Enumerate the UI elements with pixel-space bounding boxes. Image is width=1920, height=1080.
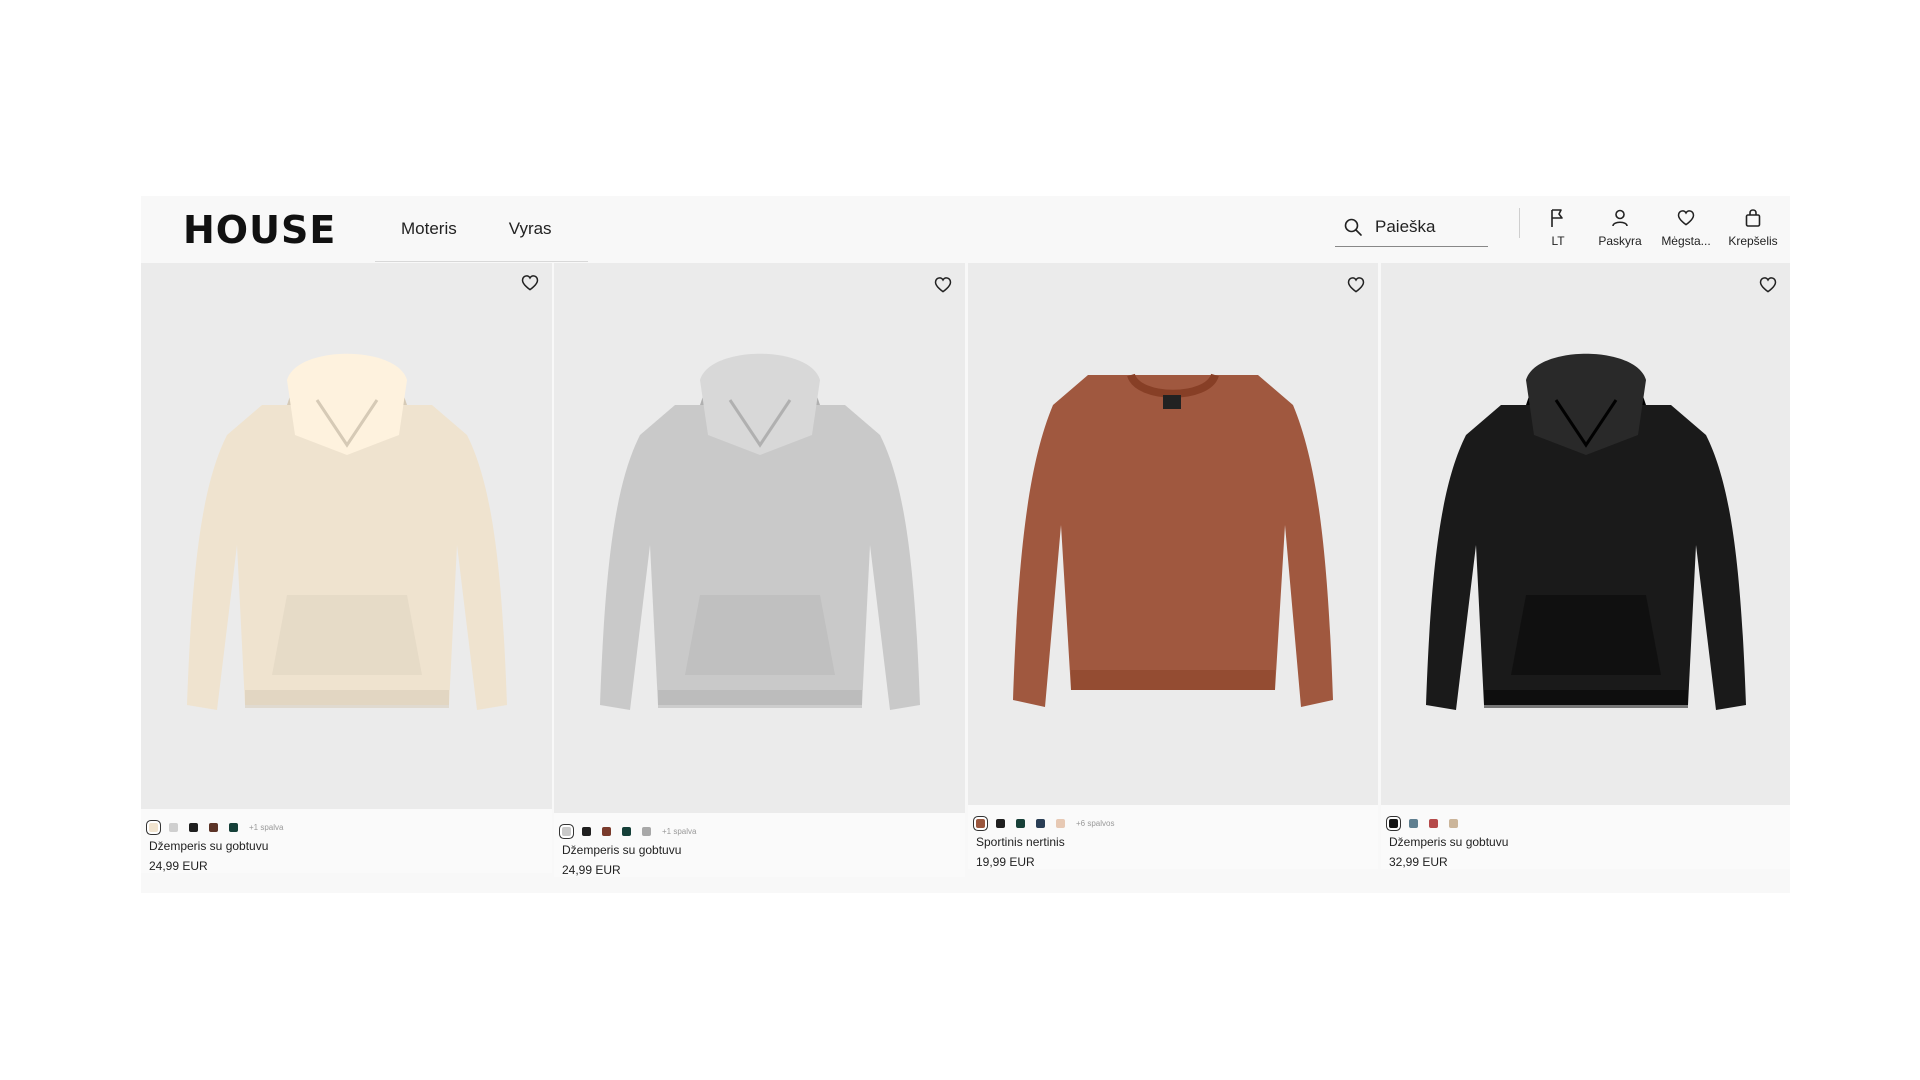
- garment-illustration: [177, 345, 517, 740]
- color-swatch[interactable]: [149, 822, 158, 832]
- header-divider: [1519, 208, 1520, 238]
- product-card[interactable]: +6 spalvos Sportinis nertinis 19,99 EUR: [968, 263, 1378, 869]
- color-swatch[interactable]: [996, 818, 1005, 828]
- product-price: 19,99 EUR: [976, 855, 1035, 869]
- cart-button[interactable]: Krepšelis: [1718, 206, 1788, 248]
- garment-illustration: [1003, 345, 1343, 740]
- more-colors-label: +1 spalva: [662, 826, 697, 836]
- color-swatch[interactable]: [189, 822, 198, 832]
- product-name[interactable]: Džemperis su gobtuvu: [562, 843, 957, 857]
- more-colors-label: +1 spalva: [249, 822, 284, 832]
- heart-icon[interactable]: [933, 275, 953, 295]
- product-image[interactable]: [1381, 263, 1790, 805]
- product-image[interactable]: [968, 263, 1378, 805]
- more-colors-label: +6 spalvos: [1076, 818, 1115, 828]
- color-swatch[interactable]: [229, 822, 238, 832]
- language-label: LT: [1551, 234, 1565, 248]
- product-card[interactable]: +1 spalva Džemperis su gobtuvu 24,99 EUR: [141, 263, 552, 873]
- color-swatch[interactable]: [1409, 818, 1418, 828]
- site-header: HOUSE Moteris Vyras LT: [141, 196, 1790, 262]
- color-swatch[interactable]: [1389, 818, 1398, 828]
- product-image[interactable]: [554, 263, 965, 813]
- color-swatches: [1389, 815, 1782, 831]
- color-swatch[interactable]: [1036, 818, 1045, 828]
- color-swatch[interactable]: [582, 826, 591, 836]
- product-name[interactable]: Sportinis nertinis: [976, 835, 1370, 849]
- color-swatches: +6 spalvos: [976, 815, 1370, 831]
- search-box[interactable]: [1335, 208, 1488, 247]
- color-swatch[interactable]: [1429, 818, 1438, 828]
- product-name[interactable]: Džemperis su gobtuvu: [1389, 835, 1782, 849]
- cart-label: Krepšelis: [1728, 234, 1778, 248]
- color-swatches: +1 spalva: [562, 823, 957, 839]
- flag-icon: [1551, 209, 1563, 227]
- account-label: Paskyra: [1598, 234, 1642, 248]
- favorites-label: Mėgsta...: [1661, 234, 1711, 248]
- favorites-button[interactable]: Mėgsta...: [1651, 206, 1721, 248]
- color-swatch[interactable]: [602, 826, 611, 836]
- search-input[interactable]: [1373, 216, 1477, 238]
- heart-icon[interactable]: [1758, 275, 1778, 295]
- search-icon: [1344, 218, 1362, 236]
- heart-icon[interactable]: [520, 273, 540, 293]
- garment-illustration: [590, 345, 930, 740]
- house-logo[interactable]: HOUSE: [183, 208, 336, 252]
- product-price: 32,99 EUR: [1389, 855, 1448, 869]
- product-card[interactable]: Džemperis su gobtuvu 32,99 EUR: [1381, 263, 1790, 869]
- main-nav: Moteris Vyras: [375, 196, 588, 262]
- color-swatch[interactable]: [622, 826, 631, 836]
- nav-moteris[interactable]: Moteris: [401, 219, 457, 239]
- product-image[interactable]: [141, 263, 552, 809]
- product-price: 24,99 EUR: [149, 859, 208, 873]
- color-swatch[interactable]: [209, 822, 218, 832]
- product-name[interactable]: Džemperis su gobtuvu: [149, 839, 544, 853]
- bag-icon: [1745, 209, 1761, 227]
- color-swatch[interactable]: [1056, 818, 1065, 828]
- color-swatch[interactable]: [642, 826, 651, 836]
- user-icon: [1612, 209, 1628, 227]
- color-swatch[interactable]: [1016, 818, 1025, 828]
- nav-vyras[interactable]: Vyras: [509, 219, 552, 239]
- color-swatch[interactable]: [976, 818, 985, 828]
- color-swatch[interactable]: [169, 822, 178, 832]
- product-price: 24,99 EUR: [562, 863, 621, 877]
- garment-illustration: [1416, 345, 1756, 740]
- product-card[interactable]: +1 spalva Džemperis su gobtuvu 24,99 EUR: [554, 263, 965, 877]
- heart-icon: [1677, 210, 1695, 226]
- account-button[interactable]: Paskyra: [1585, 206, 1655, 248]
- color-swatch[interactable]: [1449, 818, 1458, 828]
- color-swatch[interactable]: [562, 826, 571, 836]
- language-button[interactable]: LT: [1523, 206, 1593, 248]
- store-frame: HOUSE Moteris Vyras LT: [141, 196, 1790, 893]
- heart-icon[interactable]: [1346, 275, 1366, 295]
- color-swatches: +1 spalva: [149, 819, 544, 835]
